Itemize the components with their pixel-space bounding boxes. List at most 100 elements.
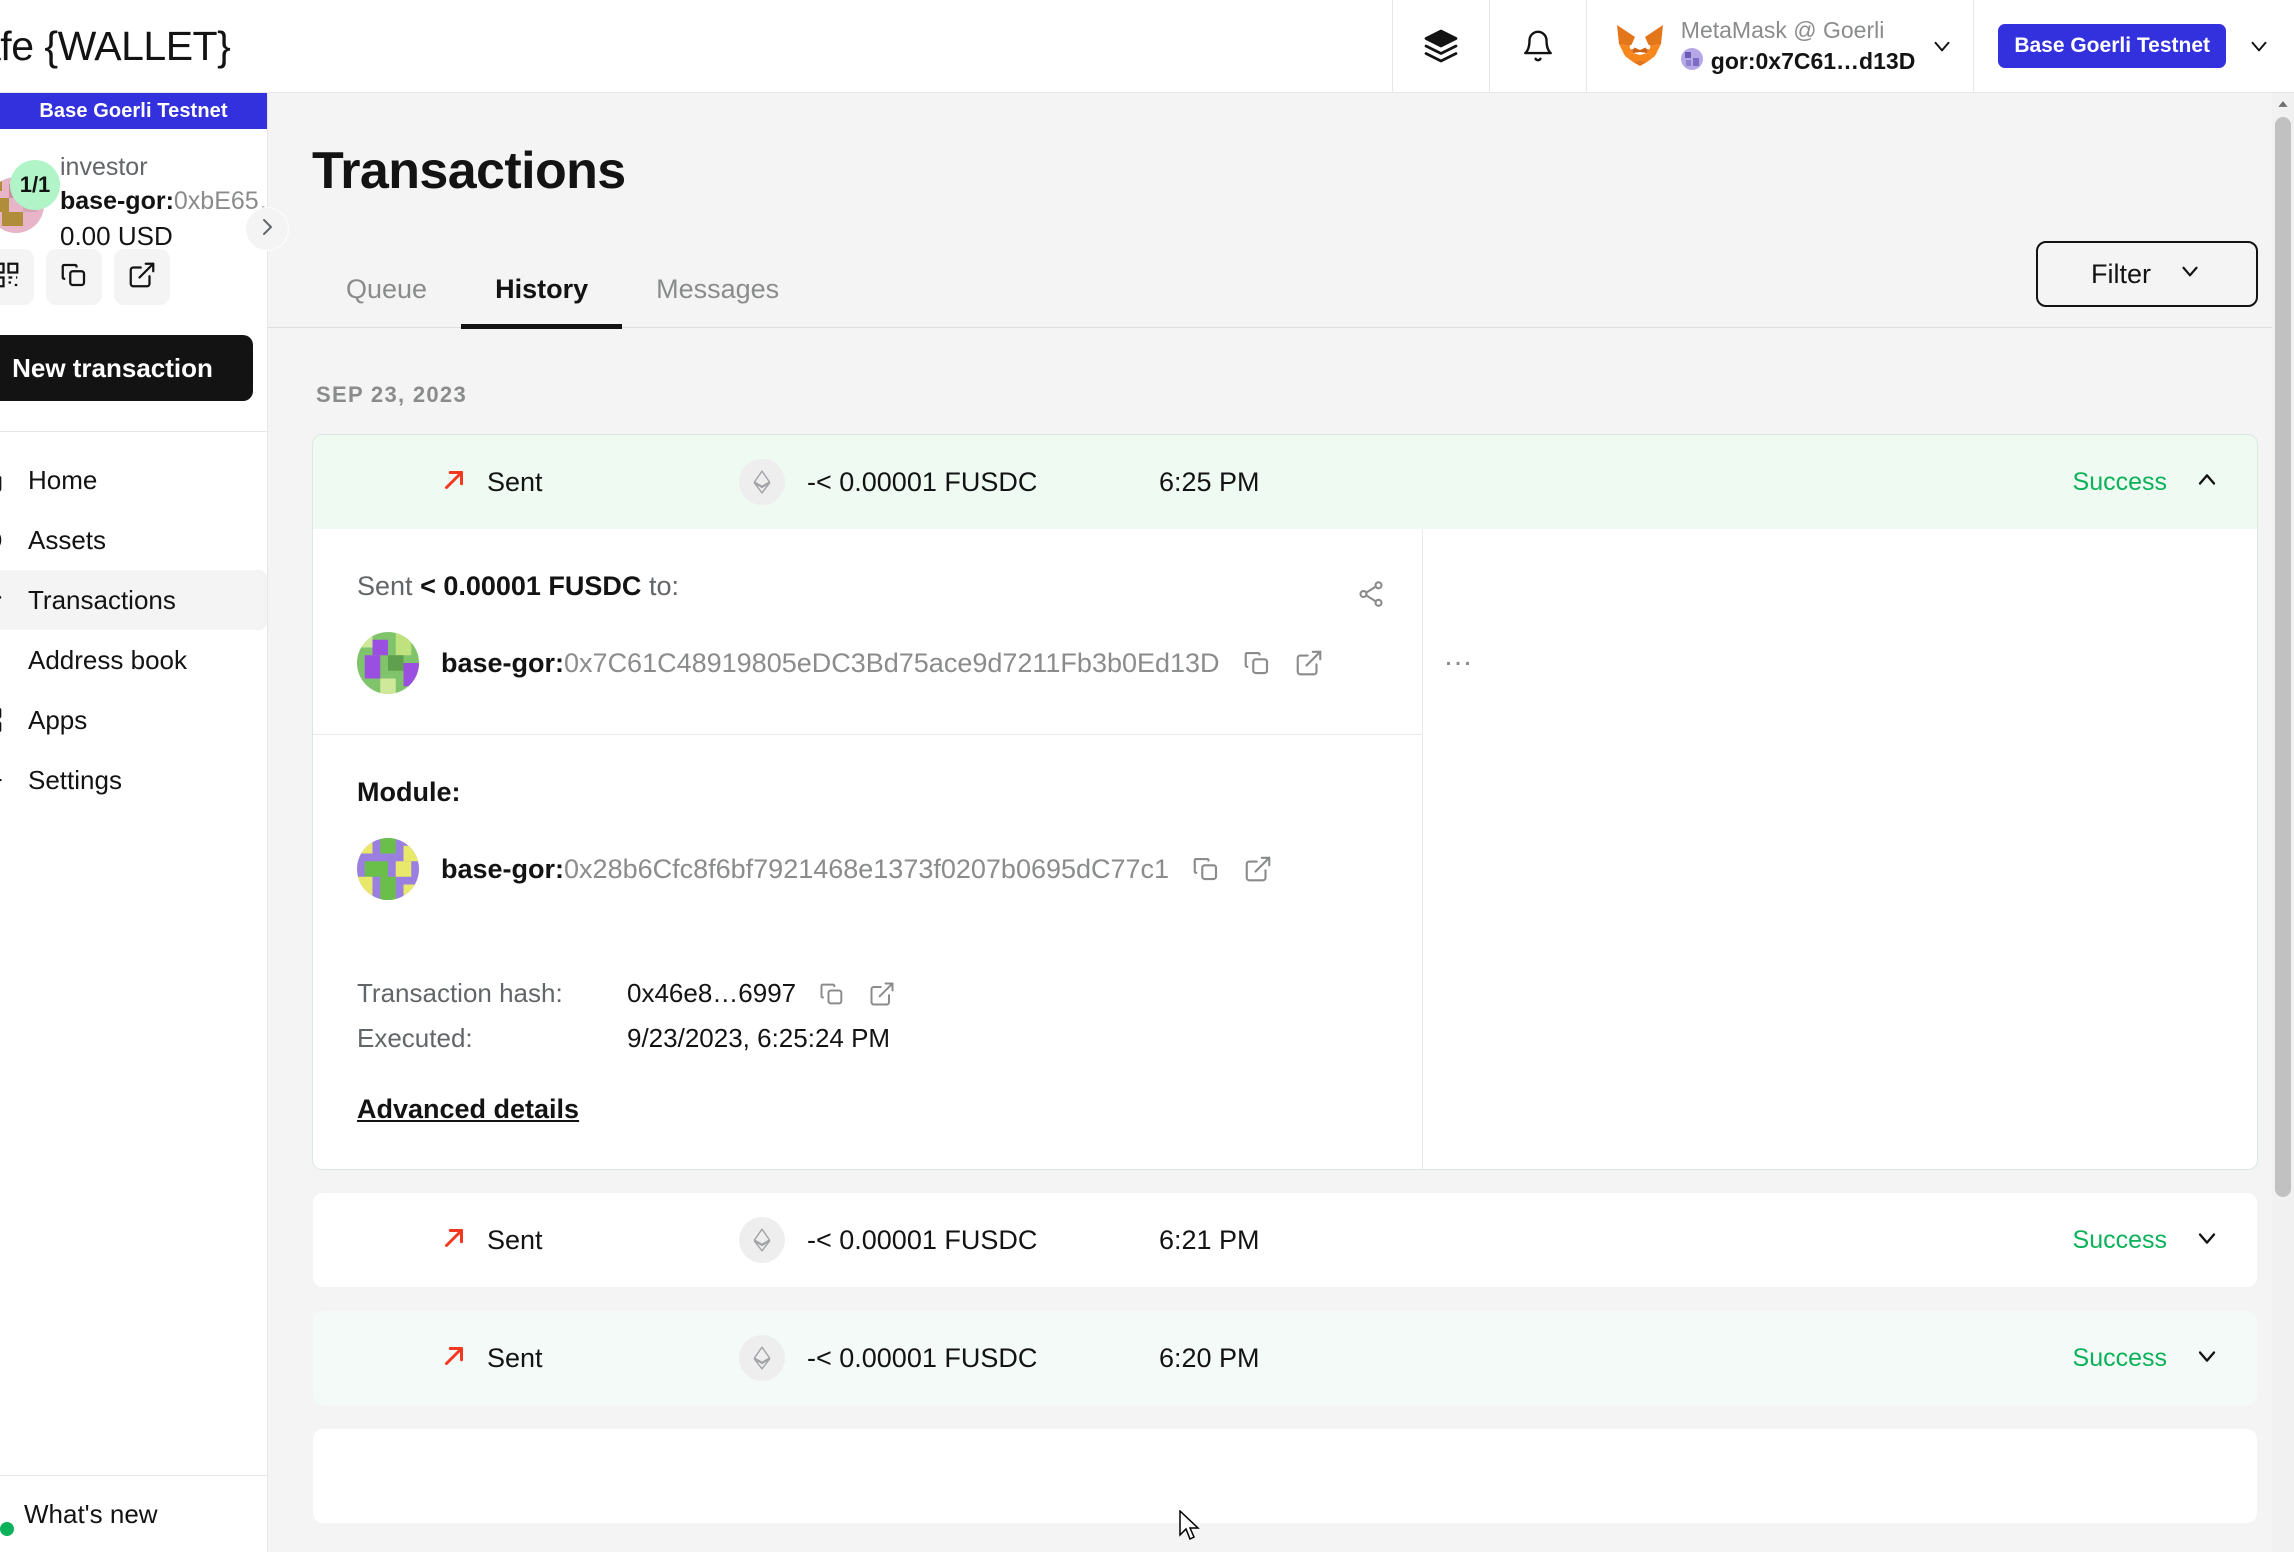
sidebar-item-address-book[interactable]: Address book	[0, 630, 267, 690]
sidebar-nav: Home Assets Transactions Address book Ap…	[0, 432, 267, 810]
update-dot	[0, 1522, 14, 1536]
sent-amount: < 0.00001 FUSDC	[420, 571, 642, 601]
network-selector[interactable]: Base Goerli Testnet	[1973, 0, 2294, 93]
share-icon	[1356, 581, 1386, 613]
module-address-value: 0x28b6Cfc8f6bf7921468e1373f0207b0695dC77…	[564, 853, 1170, 884]
open-explorer-button[interactable]	[114, 249, 170, 305]
module-address-row: base-gor:0x28b6Cfc8f6bf7921468e1373f0207…	[357, 838, 1422, 900]
connected-wallet-button[interactable]: MetaMask @ Goerli gor:0x7C61…d13D	[1585, 0, 1974, 93]
chevron-down-icon[interactable]	[2193, 1342, 2221, 1375]
sidebar-item-label: Assets	[28, 524, 107, 555]
filter-button[interactable]: Filter	[2036, 241, 2258, 307]
safe-account-card: 1/1 investor base-gor:0xbE65…6aD 0.00 US…	[0, 129, 289, 432]
app-logo[interactable]: afe {WALLET}	[0, 23, 370, 70]
safe-account-summary[interactable]: 1/1 investor base-gor:0xbE65…6aD 0.00 US…	[0, 155, 267, 249]
address-book-icon	[0, 645, 6, 675]
module-identicon	[357, 838, 419, 900]
external-link-icon[interactable]	[1294, 648, 1324, 678]
status-badge: Success	[2072, 1343, 2167, 1372]
chevron-up-icon[interactable]	[2193, 466, 2221, 499]
copy-icon[interactable]	[818, 980, 846, 1008]
share-button[interactable]	[1356, 579, 1386, 614]
executed-value: 9/23/2023, 6:25:24 PM	[627, 1023, 891, 1053]
whats-new-button[interactable]: What's new	[0, 1476, 267, 1552]
transaction-time: 6:25 PM	[1159, 466, 1260, 497]
advanced-details-link[interactable]: Advanced details	[357, 1094, 579, 1125]
copy-icon[interactable]	[1191, 854, 1221, 884]
transaction-detail-side: …	[1423, 529, 2257, 1169]
transaction-time: 6:21 PM	[1159, 1224, 1260, 1255]
transaction-meta: Transaction hash: 0x46e8…6997 Executed: …	[313, 940, 1422, 1169]
executed-row: Executed: 9/23/2023, 6:25:24 PM	[357, 1023, 1422, 1054]
scroll-up-arrow[interactable]	[2272, 93, 2294, 115]
overflow-menu-button[interactable]: …	[1443, 641, 1475, 671]
safe-identicon-wrap: 1/1	[0, 155, 60, 233]
sidebar-bottom: What's new	[0, 1475, 267, 1552]
module-address-prefix: base-gor:	[441, 853, 565, 884]
transaction-list: SEP 23, 2023 Sent -< 0.00001 FUSDC 6:25 …	[268, 328, 2294, 1552]
transaction-tabs: Queue History Messages	[312, 264, 813, 329]
module-block: Module: base-gor:0x28b6Cfc8f6bf7921468e1…	[313, 735, 1422, 940]
safe-action-buttons	[0, 249, 267, 305]
batch-transactions-button[interactable]	[1391, 0, 1489, 93]
transaction-summary-row[interactable]: Sent -< 0.00001 FUSDC 6:21 PM Success	[313, 1193, 2257, 1287]
transaction-time: 6:20 PM	[1159, 1342, 1260, 1373]
date-group-header: SEP 23, 2023	[316, 382, 467, 407]
sidebar-item-apps[interactable]: Apps	[0, 690, 267, 750]
transaction-status: Success	[2073, 1224, 2221, 1257]
arrow-up-right-icon	[439, 1341, 469, 1376]
transaction-summary-row[interactable]: Sent -< 0.00001 FUSDC 6:20 PM Success	[313, 1311, 2257, 1405]
transaction-type-label: Sent	[487, 466, 543, 497]
sidebar-item-settings[interactable]: Settings	[0, 750, 267, 810]
safe-fiat-total: 0.00 USD	[60, 221, 173, 249]
external-link-icon[interactable]	[868, 980, 896, 1008]
tab-history[interactable]: History	[461, 264, 623, 329]
recipient-address-prefix: base-gor:	[441, 647, 565, 678]
sidebar-item-label: Apps	[28, 704, 88, 735]
tab-messages[interactable]: Messages	[622, 264, 813, 327]
wallet-address-row: gor:0x7C61…d13D	[1680, 47, 1915, 76]
transaction-summary-row[interactable]: Sent -< 0.00001 FUSDC 6:25 PM Success	[313, 435, 2257, 529]
ethereum-diamond-icon	[739, 459, 785, 505]
new-transaction-wrap: New transaction	[0, 305, 267, 401]
copy-address-button[interactable]	[46, 249, 102, 305]
external-link-icon[interactable]	[1243, 854, 1273, 884]
external-link-icon	[127, 260, 157, 295]
bell-icon	[1521, 29, 1555, 63]
transaction-summary-row[interactable]	[313, 1429, 2257, 1523]
transaction-status: Success	[2073, 466, 2221, 499]
scroll-thumb[interactable]	[2275, 117, 2291, 1197]
transaction-hash-row: Transaction hash: 0x46e8…6997	[357, 978, 1422, 1009]
page-scrollbar[interactable]	[2272, 93, 2294, 1552]
notifications-button[interactable]	[1488, 0, 1586, 93]
new-transaction-button[interactable]: New transaction	[0, 335, 253, 401]
transaction-type: Sent	[313, 465, 739, 500]
transaction-detail: Sent < 0.00001 FUSDC to: base-gor:0x7C61…	[313, 529, 2257, 1169]
transaction-type-label: Sent	[487, 1224, 543, 1255]
safe-threshold-badge: 1/1	[10, 160, 60, 210]
sidebar: Base Goerli Testnet 1/1 investor base-go…	[0, 93, 289, 1552]
app-body: Base Goerli Testnet 1/1 investor base-go…	[0, 93, 2294, 1552]
copy-icon[interactable]	[1242, 648, 1272, 678]
arrow-up-right-icon	[439, 465, 469, 500]
transaction-asset: -< 0.00001 FUSDC	[739, 459, 1159, 505]
tab-queue[interactable]: Queue	[312, 264, 461, 327]
status-badge: Success	[2072, 1225, 2167, 1254]
status-badge: Success	[2072, 467, 2167, 496]
sidebar-item-home[interactable]: Home	[0, 450, 267, 510]
qr-code-button[interactable]	[0, 249, 34, 305]
sidebar-item-label: Settings	[28, 764, 122, 795]
wallet-text: MetaMask @ Goerli gor:0x7C61…d13D	[1680, 17, 1915, 76]
safe-expand-button[interactable]	[245, 207, 289, 251]
ethereum-diamond-icon	[739, 1217, 785, 1263]
chevron-down-icon	[1929, 33, 1955, 59]
transactions-icon	[0, 585, 6, 615]
wallet-avatar-icon	[1680, 47, 1703, 75]
chevron-down-icon[interactable]	[2193, 1224, 2221, 1257]
sidebar-item-transactions[interactable]: Transactions	[0, 570, 267, 630]
recipient-address: base-gor:0x7C61C48919805eDC3Bd75ace9d721…	[441, 648, 1220, 679]
transaction-hash-label: Transaction hash:	[357, 978, 563, 1008]
ethereum-diamond-icon	[739, 1335, 785, 1381]
sidebar-item-assets[interactable]: Assets	[0, 510, 267, 570]
transaction-status: Success	[2073, 1342, 2221, 1375]
